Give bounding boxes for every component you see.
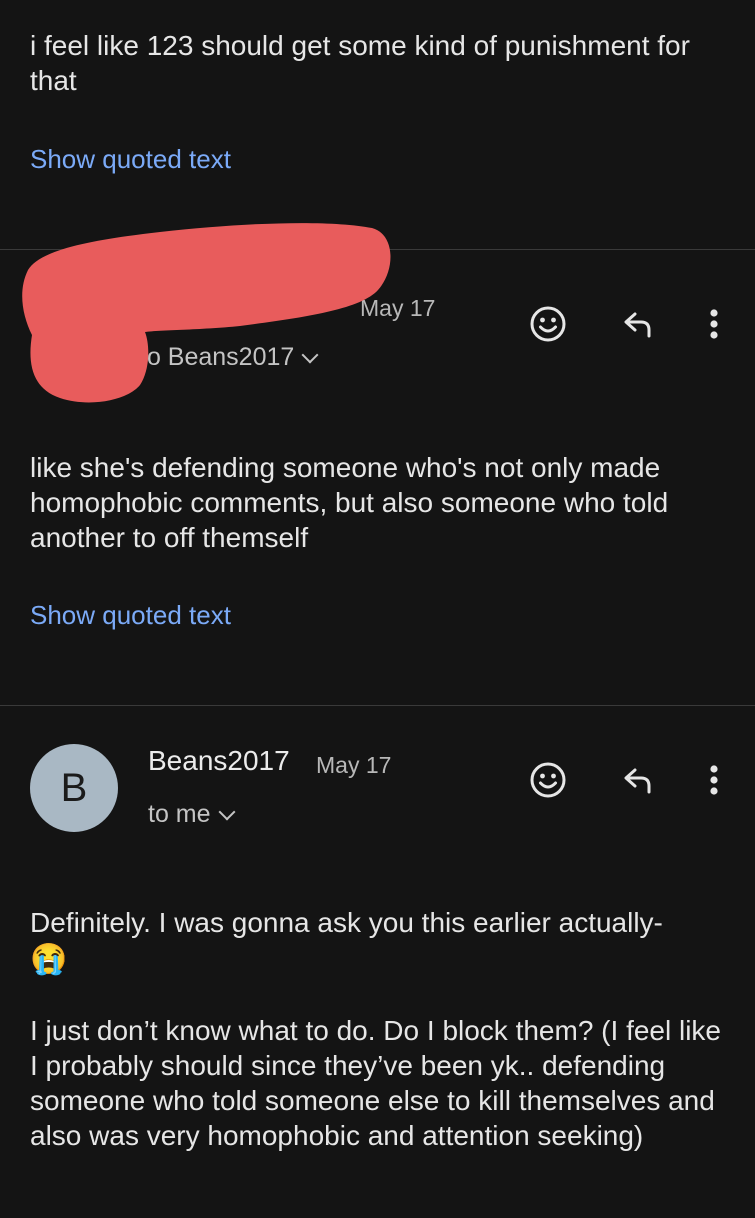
redaction-scribble [22,223,391,403]
redaction-scribble-fill [22,223,391,403]
emoji-smile-icon [530,762,566,798]
add-reaction-button[interactable] [526,758,570,802]
reply-arrow-icon [624,768,651,794]
more-vert-icon [710,765,718,795]
message-date: May 17 [316,752,392,778]
show-quoted-text-link[interactable]: Show quoted text [30,600,231,631]
more-options-button[interactable] [692,758,736,802]
recipient-details-toggle[interactable]: to me [148,800,236,829]
emoji-smile-icon [530,306,566,342]
message-body: like she's defending someone who's not o… [30,452,669,553]
reply-arrow-icon [624,312,651,338]
reply-button[interactable] [616,302,660,346]
avatar[interactable]: B [30,744,118,832]
more-vert-icon [710,309,718,339]
more-options-button[interactable] [692,302,736,346]
chevron-down-icon [218,803,236,820]
message-divider [0,705,755,706]
message-body-paragraph: I just don’t know what to do. Do I block… [30,1015,722,1151]
message-body-line: Definitely. I was gonna ask you this ear… [30,907,663,938]
reply-button[interactable] [616,758,660,802]
sender-name: Beans2017 [148,745,290,776]
loudly-crying-emoji: 😭 [30,943,68,976]
recipient-label: to me [148,800,211,828]
add-reaction-button[interactable] [526,302,570,346]
